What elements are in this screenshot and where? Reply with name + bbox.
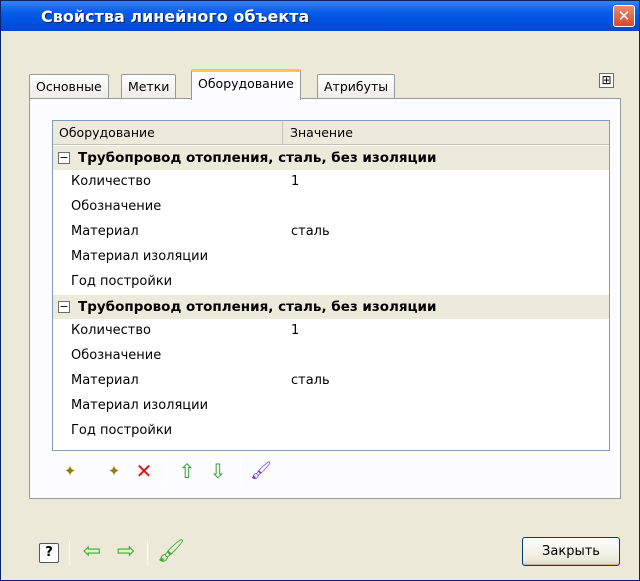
new-subitem-icon[interactable]: ✦ [102, 458, 126, 484]
property-row[interactable]: Год постройки [53, 270, 609, 294]
title-bar[interactable]: Свойства линейного объекта ✕ [1, 1, 639, 31]
tab-labels[interactable]: Метки [121, 74, 177, 99]
property-row[interactable]: Обозначение [53, 195, 609, 219]
property-name: Материал [71, 224, 139, 239]
property-value[interactable]: 1 [291, 170, 299, 194]
property-row[interactable]: Материал изоляции [53, 394, 609, 418]
delete-icon[interactable]: ✕ [132, 458, 156, 484]
property-name: Количество [71, 323, 151, 338]
group-title: Трубопровод отопления, сталь, без изоляц… [78, 299, 437, 315]
group-row[interactable]: − Трубопровод отопления, сталь, без изол… [53, 146, 609, 170]
group-title: Трубопровод отопления, сталь, без изоляц… [78, 150, 437, 166]
footer-separator [69, 541, 70, 565]
property-name: Материал изоляции [71, 398, 209, 413]
dialog-window: Свойства линейного объекта ✕ Основные Ме… [0, 0, 640, 581]
property-name: Количество [71, 174, 151, 189]
tab-panel-equipment: Оборудование Значение − Трубопровод отоп… [29, 98, 621, 499]
back-arrow-icon[interactable]: ⇦ [79, 539, 105, 565]
property-row[interactable]: Материал сталь [53, 369, 609, 393]
column-header-value[interactable]: Значение [284, 121, 604, 145]
help-icon[interactable]: ? [39, 543, 59, 563]
property-row[interactable]: Материал изоляции [53, 245, 609, 269]
property-value[interactable]: сталь [291, 369, 330, 393]
property-row[interactable]: Количество 1 [53, 170, 609, 194]
property-row[interactable]: Количество 1 [53, 319, 609, 343]
equipment-grid[interactable]: Оборудование Значение − Трубопровод отоп… [52, 120, 610, 451]
tab-equipment[interactable]: Оборудование [191, 69, 301, 100]
column-header-equipment[interactable]: Оборудование [53, 121, 283, 145]
move-up-icon[interactable]: ⇧ [175, 458, 199, 484]
move-down-icon[interactable]: ⇩ [206, 458, 230, 484]
property-name: Материал изоляции [71, 249, 209, 264]
property-name: Обозначение [71, 199, 162, 214]
property-name: Материал [71, 373, 139, 388]
brush-icon[interactable]: 🖌 [249, 458, 273, 484]
tab-attributes[interactable]: Атрибуты [317, 74, 396, 99]
property-name: Обозначение [71, 348, 162, 363]
close-button[interactable]: Закрыть [522, 537, 620, 566]
grid-header: Оборудование Значение [53, 121, 609, 145]
expand-icon[interactable]: ⊞ [599, 73, 614, 88]
property-value[interactable]: 1 [291, 319, 299, 343]
property-name: Год постройки [71, 423, 173, 438]
collapse-toggle-icon[interactable]: − [58, 301, 70, 313]
group-row[interactable]: − Трубопровод отопления, сталь, без изол… [53, 295, 609, 319]
collapse-toggle-icon[interactable]: − [58, 152, 70, 164]
property-value[interactable]: сталь [291, 220, 330, 244]
property-name: Год постройки [71, 274, 173, 289]
window-title: Свойства линейного объекта [41, 7, 310, 26]
new-item-icon[interactable]: ✦ [58, 458, 82, 484]
toolbar-separator [240, 460, 241, 484]
tab-main[interactable]: Основные [29, 74, 109, 99]
toolbar-separator [166, 460, 167, 484]
forward-arrow-icon[interactable]: ⇨ [113, 539, 139, 565]
property-row[interactable]: Материал сталь [53, 220, 609, 244]
brush-icon[interactable]: 🖌 [157, 539, 185, 565]
property-row[interactable]: Обозначение [53, 344, 609, 368]
close-window-icon[interactable]: ✕ [613, 5, 635, 27]
footer-separator [147, 541, 148, 565]
property-row[interactable]: Год постройки [53, 419, 609, 443]
dialog-footer: ? ⇦ ⇨ 🖌 Закрыть [1, 501, 639, 581]
